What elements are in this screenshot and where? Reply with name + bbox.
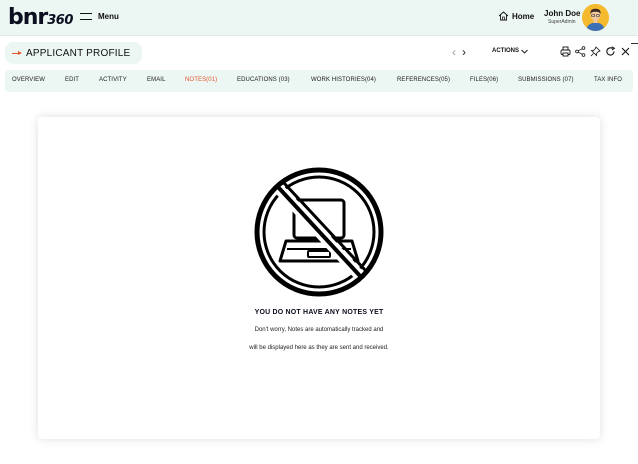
no-laptop-icon — [254, 167, 384, 297]
tab-submissions[interactable]: SUBMISSIONS (07) — [518, 77, 574, 83]
record-navigation: ‹ › — [452, 45, 466, 59]
tab-notes[interactable]: NOTES(01) — [185, 77, 217, 83]
tab-tax-info[interactable]: TAX INFO — [594, 77, 622, 83]
divider — [631, 43, 638, 44]
tab-work-histories[interactable]: WORK HISTORIES(04) — [311, 77, 376, 83]
logo-text: bnr — [8, 5, 48, 30]
brand-logo[interactable]: bnr360 — [8, 6, 73, 33]
profile-tabs: OVERVIEW EDIT ACTIVITY EMAIL NOTES(01) E… — [5, 70, 633, 92]
chevron-right-icon[interactable]: › — [462, 45, 466, 59]
logo-sub: 360 — [47, 13, 73, 28]
print-icon[interactable] — [560, 44, 571, 57]
page-title: APPLICANT PROFILE — [26, 47, 131, 59]
empty-state-message-line1: Don't worry, Notes are automatically tra… — [254, 327, 384, 333]
user-info[interactable]: John Doe SuperAdmin — [544, 9, 580, 25]
tab-activity[interactable]: ACTIVITY — [99, 77, 127, 83]
arrow-right-icon — [12, 50, 22, 56]
close-icon[interactable] — [620, 44, 631, 56]
user-role: SuperAdmin — [548, 19, 576, 25]
notes-panel: YOU DO NOT HAVE ANY NOTES YET Don't worr… — [38, 117, 600, 439]
pin-icon[interactable] — [590, 44, 601, 57]
tab-educations[interactable]: EDUCATIONS (03) — [237, 77, 290, 83]
top-header: bnr360 Menu Home John Doe SuperAdmin — [0, 0, 638, 36]
menu-label: Menu — [98, 12, 119, 21]
tab-files[interactable]: FILES(06) — [470, 77, 498, 83]
applicant-profile-header: APPLICANT PROFILE — [5, 42, 142, 64]
empty-state-message-line2: will be displayed here as they are sent … — [249, 345, 389, 351]
tab-edit[interactable]: EDIT — [65, 77, 79, 83]
tab-email[interactable]: EMAIL — [147, 77, 166, 83]
actions-dropdown[interactable]: ACTIONS — [492, 48, 528, 54]
share-icon[interactable] — [575, 44, 586, 57]
refresh-icon[interactable] — [605, 44, 616, 56]
home-icon — [498, 11, 509, 21]
chevron-down-icon — [521, 49, 528, 54]
avatar[interactable] — [582, 4, 609, 31]
tab-references[interactable]: REFERENCES(05) — [397, 77, 450, 83]
chevron-left-icon[interactable]: ‹ — [452, 45, 456, 59]
actions-label: ACTIONS — [492, 48, 519, 54]
menu-button[interactable]: Menu — [80, 12, 119, 21]
home-button[interactable]: Home — [498, 11, 534, 21]
empty-state-title: YOU DO NOT HAVE ANY NOTES YET — [254, 309, 384, 316]
home-label: Home — [512, 11, 535, 21]
tab-overview[interactable]: OVERVIEW — [12, 77, 45, 83]
user-name: John Doe — [544, 9, 581, 18]
toolbar-icons — [560, 44, 631, 57]
hamburger-icon — [80, 12, 92, 21]
